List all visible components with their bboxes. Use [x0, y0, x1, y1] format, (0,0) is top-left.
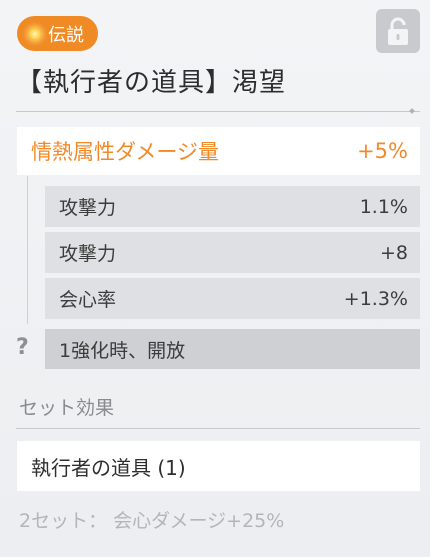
sub-stat-row: 会心率 +1.3%: [45, 278, 420, 319]
set-divider: [16, 428, 420, 429]
sub-stat-name: 攻撃力: [59, 243, 117, 265]
sub-stat-value: +1.3%: [343, 287, 408, 310]
item-title: 【執行者の道具】渇望: [16, 68, 287, 98]
sub-stat-value: +8: [379, 241, 408, 264]
sub-stat-row: 攻撃力 1.1%: [45, 186, 420, 227]
sub-stat-value: 1.1%: [359, 195, 408, 218]
rarity-badge: 伝説: [17, 16, 98, 51]
lock-toggle-button[interactable]: [376, 9, 420, 53]
question-icon: ?: [16, 335, 29, 360]
main-stat-row: 情熱属性ダメージ量 +5%: [17, 127, 420, 175]
sub-stat-name: 攻撃力: [59, 197, 117, 219]
rarity-label: 伝説: [48, 24, 84, 46]
sub-stat-connector: [27, 176, 28, 324]
title-divider: [16, 108, 420, 114]
locked-stat-text: 1強化時、開放: [59, 339, 186, 362]
unlocked-padlock-icon: [388, 17, 408, 45]
set-effect-heading: セット効果: [19, 397, 115, 419]
set-name: 執行者の道具 (1): [31, 455, 186, 480]
set-name-box: 執行者の道具 (1): [17, 441, 420, 491]
sub-stat-name: 会心率: [59, 289, 117, 311]
main-stat-value: +5%: [357, 139, 408, 163]
sub-stat-row: 攻撃力 +8: [45, 232, 420, 273]
rarity-glow-icon: [29, 27, 41, 40]
main-stat-name: 情熱属性ダメージ量: [31, 140, 219, 164]
divider-ornament: [409, 108, 415, 114]
locked-stat-row: 1強化時、開放: [45, 329, 420, 369]
set-bonus-text: 2セット： 会心ダメージ+25%: [19, 510, 285, 532]
